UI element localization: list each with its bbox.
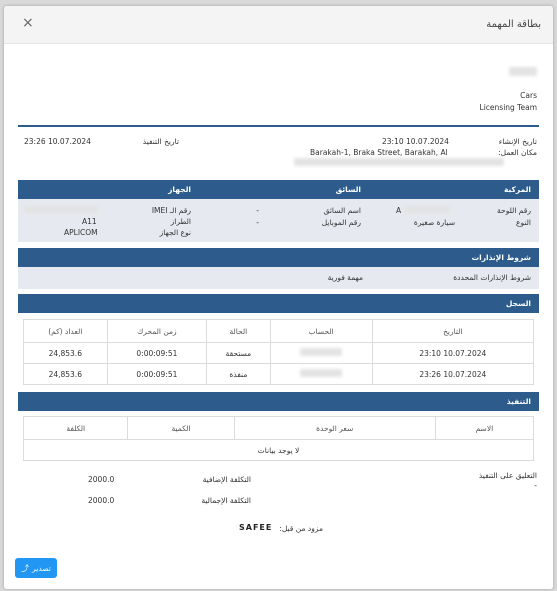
created-value: 23:10 10.07.2024	[382, 137, 449, 146]
company-line-2: Cars	[520, 91, 537, 100]
col-device: الجهاز	[168, 185, 191, 194]
export-button[interactable]: تصدير ⤴	[15, 558, 57, 578]
provided-by-label: مزود من قبل:	[279, 524, 323, 533]
warnings-section-header: شروط الإنذارات	[18, 248, 539, 267]
log-status: منفذة	[206, 363, 271, 385]
mobile-value: -	[256, 218, 259, 227]
total-cost-label: التكلفة الإجمالية	[201, 496, 251, 505]
log-engine: 0:00:09:51	[106, 363, 208, 385]
warnings-value: مهمة فورية	[327, 273, 363, 282]
comment-value: -	[534, 481, 537, 490]
company-line-3: Licensing Team	[479, 103, 537, 112]
task-card-modal: بطاقة المهمة × Cars Licensing Team تاريخ…	[4, 6, 553, 589]
type-label: النوع	[516, 218, 531, 227]
log-table: التاريخ الحساب الحالة زمن المحرك العداد …	[23, 319, 535, 385]
comment-label: التعليق على التنفيذ	[478, 471, 537, 480]
warnings-label: شروط الإنذارات المحددة	[453, 273, 531, 282]
log-date: 23:26 10.07.2024	[371, 363, 535, 385]
export-button-label: تصدير	[32, 563, 51, 573]
plate-value: A	[396, 206, 450, 215]
execution-title: التنفيذ	[506, 397, 531, 406]
execution-header-name: الاسم	[434, 416, 535, 440]
col-vehicle: المركبة	[503, 185, 531, 194]
log-header-engine: زمن المحرك	[106, 319, 208, 343]
execution-header-cost: الكلفة	[22, 416, 129, 440]
executed-value: 23:26 10.07.2024	[24, 137, 91, 146]
type-value: سيارة صغيرة	[413, 218, 455, 227]
table-row: 23:10 10.07.2024 مستحقة 0:00:09:51 24,85…	[23, 342, 535, 364]
extra-cost-value: 2000.0	[88, 475, 115, 484]
extra-cost-label: التكلفة الإضافية	[202, 475, 251, 484]
driver-name-label: اسم السائق	[323, 206, 361, 215]
modal-title: بطاقة المهمة	[486, 19, 541, 30]
log-header-odometer: العداد (كم)	[23, 319, 108, 343]
log-status: مستحقة	[206, 342, 271, 364]
model-value: A11	[82, 217, 97, 226]
modal-body: Cars Licensing Team تاريخ الإنشاء 23:10 …	[4, 44, 553, 589]
table-row: لا يوجد بيانات	[23, 439, 534, 461]
created-label: تاريخ الإنشاء	[498, 137, 537, 146]
executed-label: تاريخ التنفيذ	[142, 137, 179, 146]
driver-name-value: -	[256, 206, 259, 215]
execution-section-header: التنفيذ	[18, 392, 539, 411]
vehicle-section-header: المركبة السائق الجهاز	[18, 180, 539, 199]
company-name-redacted	[509, 67, 537, 78]
log-account-redacted	[269, 342, 373, 364]
vehicle-panel: رقم اللوحة A النوع سيارة صغيرة اسم السائ…	[18, 199, 539, 242]
log-odometer: 24,853.6	[23, 363, 108, 385]
execution-table-header-row: الاسم سعر الوحدة الكمية الكلفة	[22, 416, 535, 440]
log-header-status: الحالة	[206, 319, 271, 343]
export-icon: ⤴	[21, 563, 30, 573]
log-engine: 0:00:09:51	[106, 342, 208, 364]
close-icon[interactable]: ×	[22, 16, 34, 30]
log-date: 23:10 10.07.2024	[371, 342, 535, 364]
warnings-title: شروط الإنذارات	[471, 253, 531, 262]
header-rule	[18, 125, 539, 127]
log-header-date: التاريخ	[371, 319, 535, 343]
imei-value-redacted	[24, 206, 98, 215]
total-cost-value: 2000.0	[88, 496, 115, 505]
imei-label: رقم الـ IMEI	[151, 206, 191, 215]
workplace-value: Barakah-1, Braka Street, Barakah, Al	[310, 148, 448, 157]
table-row: 23:26 10.07.2024 منفذة 0:00:09:51 24,853…	[23, 363, 535, 385]
execution-header-quantity: الكمية	[127, 416, 235, 440]
log-account-redacted	[269, 363, 373, 385]
workplace-redacted	[294, 158, 504, 168]
log-table-header-row: التاريخ الحساب الحالة زمن المحرك العداد …	[23, 319, 535, 343]
warnings-panel: شروط الإنذارات المحددة مهمة فورية	[18, 267, 539, 289]
log-section-header: السجل	[18, 294, 539, 313]
log-odometer: 24,853.6	[23, 342, 108, 364]
execution-table: الاسم سعر الوحدة الكمية الكلفة لا يوجد ب…	[22, 416, 535, 461]
safee-logo: SAFEE	[239, 523, 273, 532]
device-type-label: نوع الجهاز	[159, 228, 191, 237]
plate-label: رقم اللوحة	[497, 206, 531, 215]
execution-empty-message: لا يوجد بيانات	[23, 439, 534, 461]
col-driver: السائق	[335, 185, 361, 194]
workplace-label: مكان العمل:	[498, 148, 537, 157]
log-header-account: الحساب	[269, 319, 373, 343]
device-type-value: APLICOM	[64, 228, 98, 237]
execution-header-unit-price: سعر الوحدة	[233, 416, 436, 440]
modal-header: بطاقة المهمة ×	[4, 6, 553, 44]
mobile-label: رقم الموبايل	[321, 218, 361, 227]
log-title: السجل	[505, 299, 531, 308]
model-label: الطراز	[170, 217, 191, 226]
